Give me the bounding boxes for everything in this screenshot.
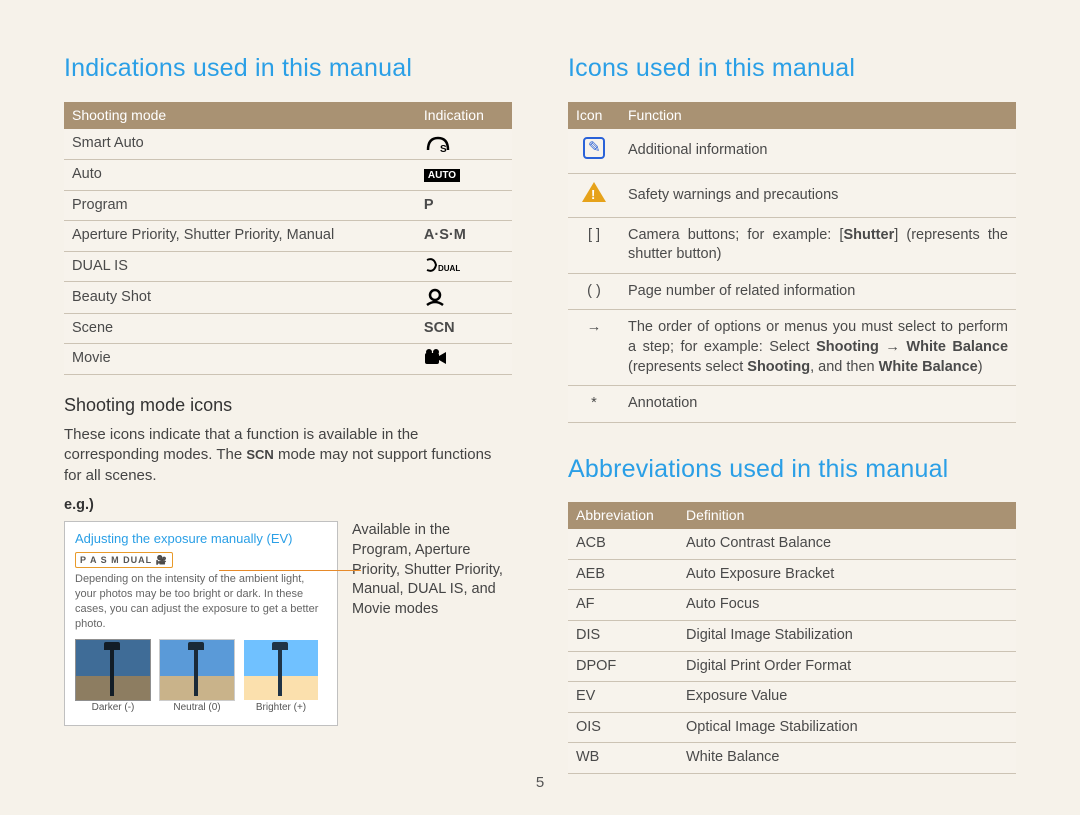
abbr: WB — [568, 743, 678, 774]
def: Digital Print Order Format — [678, 651, 1016, 682]
table-row: DPOFDigital Print Order Format — [568, 651, 1016, 682]
example-body: Depending on the intensity of the ambien… — [75, 572, 327, 631]
th-indication: Indication — [416, 102, 512, 129]
mode-label: Program — [64, 190, 416, 221]
th-definition: Definition — [678, 502, 1016, 529]
icons-table: Icon Function Additional information Saf… — [568, 102, 1016, 423]
abbr: OIS — [568, 712, 678, 743]
info-icon — [568, 129, 620, 174]
table-row: Auto AUTO — [64, 160, 512, 191]
example-thumbs: Darker (-) Neutral (0) Brighter (+) — [75, 639, 327, 715]
table-row: ACBAuto Contrast Balance — [568, 529, 1016, 559]
indication-movie-icon — [416, 344, 512, 375]
indication-auto-icon: AUTO — [416, 160, 512, 191]
indication-smart-auto-icon: S — [416, 129, 512, 160]
def: White Balance — [678, 743, 1016, 774]
table-row: AEBAuto Exposure Bracket — [568, 559, 1016, 590]
def: Optical Image Stabilization — [678, 712, 1016, 743]
abbr: ACB — [568, 529, 678, 559]
th-icon: Icon — [568, 102, 620, 129]
shooting-mode-description: These icons indicate that a function is … — [64, 425, 512, 486]
example-caption: Available in the Program, Aperture Prior… — [352, 521, 512, 619]
table-row: Beauty Shot — [64, 282, 512, 313]
th-shooting-mode: Shooting mode — [64, 102, 416, 129]
th-abbreviation: Abbreviation — [568, 502, 678, 529]
def: Auto Focus — [678, 590, 1016, 621]
example-box: Adjusting the exposure manually (EV) P A… — [64, 521, 338, 726]
mode-label: DUAL IS — [64, 251, 416, 282]
svg-text:DUAL: DUAL — [438, 264, 460, 273]
abbr: EV — [568, 682, 678, 713]
table-row: Safety warnings and precautions — [568, 174, 1016, 218]
icon-function: Annotation — [620, 386, 1016, 423]
icon-function: Additional information — [620, 129, 1016, 174]
abbr: AF — [568, 590, 678, 621]
left-column: Indications used in this manual Shooting… — [64, 52, 512, 774]
abbreviations-table: Abbreviation Definition ACBAuto Contrast… — [568, 502, 1016, 773]
example-label: e.g.) — [64, 496, 512, 516]
table-row: DUAL IS DUAL — [64, 251, 512, 282]
abbr: DPOF — [568, 651, 678, 682]
brackets-icon: [ ] — [568, 217, 620, 273]
table-row: Scene SCN — [64, 313, 512, 344]
indication-scene-icon: SCN — [416, 313, 512, 344]
subheading-shooting-mode-icons: Shooting mode icons — [64, 393, 512, 417]
page-number: 5 — [536, 773, 544, 793]
table-row: EVExposure Value — [568, 682, 1016, 713]
indications-table: Shooting mode Indication Smart Auto S Au… — [64, 102, 512, 375]
table-row: Aperture Priority, Shutter Priority, Man… — [64, 221, 512, 252]
arrow-icon: → — [568, 310, 620, 386]
indication-beauty-icon — [416, 282, 512, 313]
heading-icons: Icons used in this manual — [568, 52, 1016, 86]
table-row: OISOptical Image Stabilization — [568, 712, 1016, 743]
icon-function: Page number of related information — [620, 273, 1016, 310]
def: Auto Exposure Bracket — [678, 559, 1016, 590]
abbr: DIS — [568, 621, 678, 652]
table-row: Smart Auto S — [64, 129, 512, 160]
thumb-darker: Darker (-) — [75, 639, 151, 715]
def: Digital Image Stabilization — [678, 621, 1016, 652]
heading-abbreviations: Abbreviations used in this manual — [568, 453, 1016, 487]
thumb-brighter: Brighter (+) — [243, 639, 319, 715]
icon-function: Camera buttons; for example: [Shutter] (… — [620, 217, 1016, 273]
mode-label: Movie — [64, 344, 416, 375]
right-column: Icons used in this manual Icon Function … — [568, 52, 1016, 774]
mode-label: Auto — [64, 160, 416, 191]
indication-asm-icon: A·S·M — [416, 221, 512, 252]
mode-label: Scene — [64, 313, 416, 344]
def: Auto Contrast Balance — [678, 529, 1016, 559]
table-row: Additional information — [568, 129, 1016, 174]
example-row: Adjusting the exposure manually (EV) P A… — [64, 521, 512, 726]
th-function: Function — [620, 102, 1016, 129]
icon-function: The order of options or menus you must s… — [620, 310, 1016, 386]
thumb-neutral: Neutral (0) — [159, 639, 235, 715]
table-row: DISDigital Image Stabilization — [568, 621, 1016, 652]
mode-label: Smart Auto — [64, 129, 416, 160]
mode-label: Aperture Priority, Shutter Priority, Man… — [64, 221, 416, 252]
heading-indications: Indications used in this manual — [64, 52, 512, 86]
table-row: Movie — [64, 344, 512, 375]
table-row: [ ] Camera buttons; for example: [Shutte… — [568, 217, 1016, 273]
asterisk-icon: * — [568, 386, 620, 423]
table-row: Program P — [64, 190, 512, 221]
example-title: Adjusting the exposure manually (EV) — [75, 530, 327, 548]
abbr: AEB — [568, 559, 678, 590]
def: Exposure Value — [678, 682, 1016, 713]
table-row: ( ) Page number of related information — [568, 273, 1016, 310]
indication-program-icon: P — [416, 190, 512, 221]
warning-icon — [568, 174, 620, 218]
mode-label: Beauty Shot — [64, 282, 416, 313]
connector-line-icon — [219, 570, 361, 571]
parens-icon: ( ) — [568, 273, 620, 310]
table-row: * Annotation — [568, 386, 1016, 423]
icon-function: Safety warnings and precautions — [620, 174, 1016, 218]
table-row: AFAuto Focus — [568, 590, 1016, 621]
example-mode-strip: P A S M DUAL 🎥 — [75, 552, 173, 568]
table-row: WBWhite Balance — [568, 743, 1016, 774]
table-row: → The order of options or menus you must… — [568, 310, 1016, 386]
svg-text:S: S — [440, 144, 447, 154]
indication-dual-is-icon: DUAL — [416, 251, 512, 282]
